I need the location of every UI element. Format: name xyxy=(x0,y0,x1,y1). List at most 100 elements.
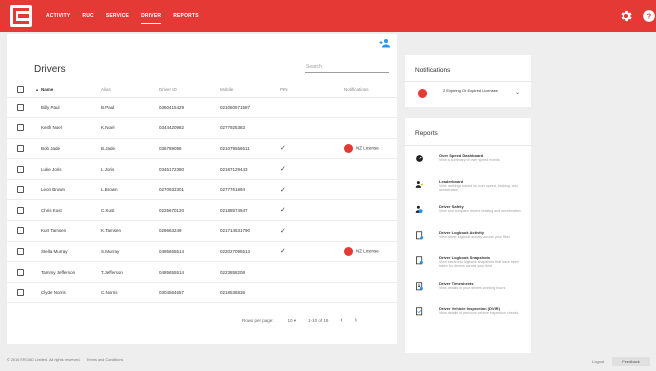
row-checkbox[interactable] xyxy=(17,103,24,111)
cell-name[interactable]: Luke Joris xyxy=(33,158,101,180)
cell-driver-id: 0225670120 xyxy=(159,199,220,222)
row-checkbox[interactable] xyxy=(17,144,24,152)
next-page-icon[interactable]: › xyxy=(355,317,357,324)
cell-pin: ✓ xyxy=(280,241,344,263)
rows-per-page-select[interactable]: 10 ▾ xyxy=(288,318,297,324)
cell-mobile: 0223858208 xyxy=(220,261,280,283)
top-bar: ACTIVITY RUC SERVICE DRIVER REPORTS ? xyxy=(0,0,656,32)
cell-notification xyxy=(344,179,397,201)
cell-name[interactable]: Kurt Tamsen xyxy=(33,220,101,242)
nav-ruc[interactable]: RUC xyxy=(82,0,93,32)
column-header-pin[interactable]: PIN xyxy=(280,82,344,98)
sort-icon[interactable]: ▲ xyxy=(35,87,39,92)
select-all-checkbox[interactable] xyxy=(17,85,24,93)
add-driver-icon[interactable] xyxy=(379,38,391,48)
cell-mobile: 0277925383 xyxy=(220,117,280,139)
table-row[interactable]: Chris Kust C.Kust 0225670120 02188574947 ✓ xyxy=(7,199,397,222)
nav-reports[interactable]: REPORTS xyxy=(173,0,199,32)
cell-notification xyxy=(344,97,397,119)
cell-driver-id: 0304564657 xyxy=(159,282,220,304)
row-checkbox[interactable] xyxy=(17,124,24,132)
row-checkbox[interactable] xyxy=(17,165,24,173)
timesheets-icon xyxy=(416,281,423,290)
table-row[interactable]: Tammy Jefferson T.Jefferson 0485655514 0223… xyxy=(7,261,397,283)
table-row[interactable]: Leon Brown L.Brown 0270932301 0277761894 ✓ xyxy=(7,179,397,201)
check-icon: ✓ xyxy=(280,207,286,215)
report-description: View details of your drivers working hou… xyxy=(439,285,506,290)
cell-alias: L.Joris xyxy=(101,158,159,180)
table-row[interactable]: Luke Joris L.Joris 0345172380 02187129443 ✓ xyxy=(7,158,397,180)
driver-safety-icon xyxy=(415,205,423,214)
table-row[interactable]: Stella Murray S.Murray 0485655514 022027095… xyxy=(7,241,397,263)
column-header-alias[interactable]: Alias xyxy=(101,82,159,98)
row-checkbox[interactable] xyxy=(17,268,24,276)
settings-icon[interactable] xyxy=(619,9,633,23)
cell-name[interactable]: Keith Noel xyxy=(33,117,101,139)
cell-alias: C.Kust xyxy=(101,199,159,222)
cell-name[interactable]: Bob Jade xyxy=(33,138,101,160)
column-header-notifications[interactable]: Notifications xyxy=(344,82,397,98)
footer: © 2016 EROAD Limited. All rights reserve… xyxy=(7,358,123,362)
cell-mobile: 0218536836 xyxy=(220,282,280,304)
help-icon[interactable]: ? xyxy=(642,9,656,23)
cell-alias: L.Brown xyxy=(101,179,159,201)
divider xyxy=(405,145,531,146)
cell-notification xyxy=(344,199,397,222)
cell-name[interactable]: Stella Murray xyxy=(33,241,101,263)
reports-title: Reports xyxy=(415,130,438,137)
cell-name[interactable]: Tammy Jefferson xyxy=(33,261,101,283)
speedometer-icon xyxy=(416,155,423,162)
cell-name[interactable]: Clyde Norris xyxy=(33,282,101,304)
row-checkbox[interactable] xyxy=(17,186,24,194)
reports-card: Reports Over Speed Dashboard View a summa… xyxy=(405,118,531,353)
alert-dot-icon xyxy=(344,246,353,256)
table-row[interactable]: Keith Noel K.Noel 0344420982 0277925383 xyxy=(7,117,397,139)
leaderboard-icon xyxy=(415,180,423,188)
table-row[interactable]: Kurt Tamsen K.Tamsen 028663249 021714531790… xyxy=(7,220,397,242)
cell-mobile: 021714531790 xyxy=(220,220,280,242)
search-input[interactable] xyxy=(305,61,389,73)
row-checkbox[interactable] xyxy=(17,289,24,297)
report-description: View a summary of over speed events xyxy=(439,158,500,162)
column-header-name[interactable]: Name xyxy=(41,87,53,92)
logout-link[interactable]: Logout xyxy=(592,359,604,364)
cell-driver-id: 0360415429 xyxy=(159,97,220,119)
cell-alias: C.Norris xyxy=(101,282,159,304)
inspection-icon xyxy=(416,307,423,316)
check-icon: ✓ xyxy=(280,166,286,174)
cell-pin: ✓ xyxy=(280,199,344,222)
cell-mobile: 02187129443 xyxy=(220,158,280,180)
cell-alias: K.Tamsen xyxy=(101,220,159,242)
column-header-driver-id[interactable]: Driver ID xyxy=(159,82,220,98)
feedback-button[interactable]: Feedback xyxy=(612,357,650,366)
chevron-down-icon[interactable]: ⌄ xyxy=(515,89,520,96)
cell-notification xyxy=(344,158,397,180)
terms-link[interactable]: Terms and Conditions xyxy=(87,358,124,362)
cell-pin xyxy=(280,117,344,139)
column-header-mobile[interactable]: Mobile xyxy=(220,82,280,98)
cell-driver-id: 0345172380 xyxy=(159,158,220,180)
cell-name[interactable]: Billy Paul xyxy=(33,97,101,119)
table-row[interactable]: Bob Jade B.Jade 036789096 021079556511 ✓ NZ L… xyxy=(7,138,397,160)
eroad-logo[interactable] xyxy=(10,5,32,27)
logbook-snapshots-icon xyxy=(416,256,423,265)
cell-alias: S.Murray xyxy=(101,241,159,263)
cell-alias: B.Jade xyxy=(101,138,159,160)
table-row[interactable]: Clyde Norris C.Norris 0304564657 0218536836 xyxy=(7,282,397,304)
nav-service[interactable]: SERVICE xyxy=(106,0,129,32)
cell-alias: B.Paul xyxy=(101,97,159,119)
svg-text:?: ? xyxy=(647,12,652,21)
table-row[interactable]: Billy Paul B.Paul 0360415429 021060571587 xyxy=(7,97,397,119)
row-checkbox[interactable] xyxy=(17,227,24,235)
cell-notification xyxy=(344,261,397,283)
cell-driver-id: 0344420982 xyxy=(159,117,220,139)
cell-name[interactable]: Leon Brown xyxy=(33,179,101,201)
cell-pin: ✓ xyxy=(280,179,344,201)
cell-pin xyxy=(280,97,344,119)
cell-name[interactable]: Chris Kust xyxy=(33,199,101,222)
prev-page-icon[interactable]: ‹ xyxy=(340,317,342,324)
nav-activity[interactable]: ACTIVITY xyxy=(46,0,70,32)
row-checkbox[interactable] xyxy=(17,206,24,214)
nav-driver[interactable]: DRIVER xyxy=(141,0,162,32)
row-checkbox[interactable] xyxy=(17,247,24,255)
